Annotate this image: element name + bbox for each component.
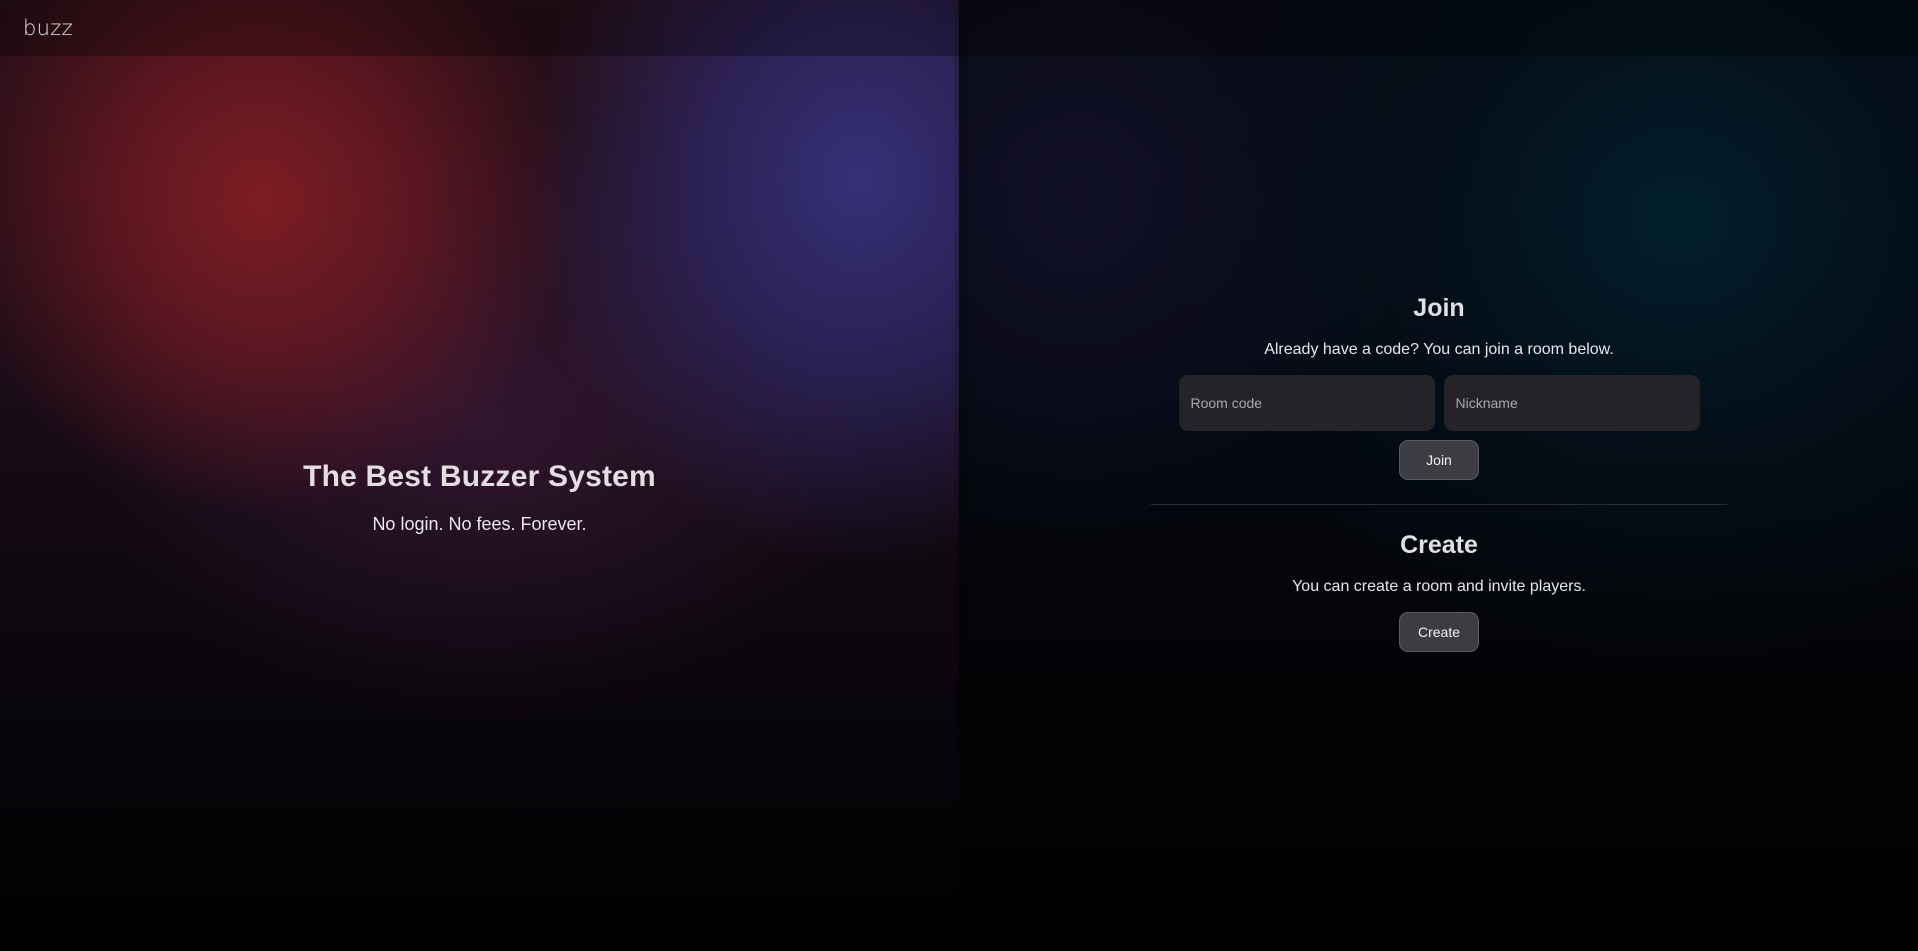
hero-panel: The Best Buzzer System No login. No fees… [0,0,959,951]
brand-logo[interactable]: buzz [23,16,73,40]
panel-divider [952,0,972,951]
create-button-wrap: Create [1151,612,1727,652]
create-button[interactable]: Create [1399,612,1479,652]
room-code-input[interactable] [1178,375,1435,431]
join-inputs [1151,375,1727,431]
join-button-wrap: Join [1151,440,1727,480]
hero-title: The Best Buzzer System [303,460,656,493]
top-bar: buzz [0,0,1918,56]
hero-subtitle: No login. No fees. Forever. [372,514,587,534]
page: The Best Buzzer System No login. No fees… [0,0,1918,951]
create-title: Create [1400,531,1478,559]
hero-content: The Best Buzzer System No login. No fees… [0,460,959,535]
join-description: Already have a code? You can join a room… [1264,341,1614,358]
create-section: Create You can create a room and invite … [1151,531,1727,652]
join-button[interactable]: Join [1399,440,1479,480]
section-divider [1151,504,1727,505]
join-title: Join [1413,294,1465,322]
join-section: Join Already have a code? You can join a… [1151,294,1727,480]
forms-container: Join Already have a code? You can join a… [1151,294,1727,652]
create-description: You can create a room and invite players… [1292,578,1586,595]
nickname-input[interactable] [1443,375,1700,431]
